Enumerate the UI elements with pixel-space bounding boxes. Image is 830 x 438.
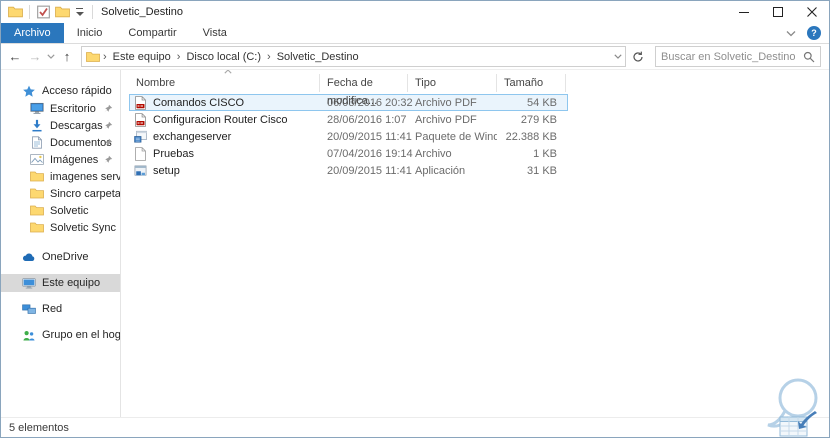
sidebar-item-onedrive[interactable]: OneDrive <box>1 248 120 266</box>
pdf-file-icon <box>135 95 146 110</box>
window-title: Solvetic_Destino <box>101 6 183 18</box>
window-controls <box>727 1 829 23</box>
properties-check-icon[interactable] <box>36 5 51 19</box>
column-headers: Nombre Fecha de modifica... Tipo Tamaño <box>129 70 829 107</box>
sidebar-item-escritorio[interactable]: Escritorio <box>1 100 120 117</box>
tab-archivo[interactable]: Archivo <box>1 23 64 43</box>
minimize-button[interactable] <box>727 1 761 23</box>
items-count: 5 elementos <box>9 421 69 434</box>
sidebar-item-documentos[interactable]: Documentos <box>1 134 120 151</box>
sidebar-item-solvetic-sync[interactable]: Solvetic Sync <box>1 219 120 236</box>
pictures-icon <box>30 154 44 165</box>
column-header-nombre[interactable]: Nombre <box>129 70 320 92</box>
search-box[interactable] <box>655 46 821 67</box>
breadcrumb-solvetic-destino[interactable]: Solvetic_Destino <box>272 49 364 65</box>
sidebar-item-solvetic[interactable]: Solvetic <box>1 202 120 219</box>
folder-icon <box>30 188 44 199</box>
folder-icon <box>30 205 44 216</box>
help-icon[interactable]: ? <box>807 26 821 40</box>
blank-file-icon <box>135 146 146 161</box>
up-arrow-icon[interactable]: ↑ <box>57 47 77 67</box>
column-header-tamano[interactable]: Tamaño <box>497 74 566 92</box>
file-list-pane: Nombre Fecha de modifica... Tipo Tamaño … <box>121 70 829 417</box>
computer-icon <box>22 277 36 289</box>
application-icon <box>134 165 147 176</box>
installer-package-icon <box>134 130 147 143</box>
file-row-setup[interactable]: setup 20/09/2015 11:41 Aplicación 31 KB <box>129 162 568 179</box>
document-icon <box>32 136 42 149</box>
sidebar-item-grupo-hogar[interactable]: Grupo en el hogar <box>1 326 120 344</box>
sidebar-item-acceso-rapido[interactable]: Acceso rápido <box>1 82 120 100</box>
search-input[interactable] <box>661 50 803 63</box>
tab-vista[interactable]: Vista <box>190 23 240 43</box>
ribbon-collapse-chevron-icon[interactable] <box>786 30 796 37</box>
tab-inicio[interactable]: Inicio <box>64 23 116 43</box>
homegroup-icon <box>23 330 35 340</box>
pdf-file-icon <box>135 112 146 127</box>
sidebar-item-descargas[interactable]: Descargas <box>1 117 120 134</box>
file-row-configuracion-router[interactable]: Configuracion Router Cisco 28/06/2016 1:… <box>129 111 568 128</box>
file-row-exchangeserver[interactable]: exchangeserver 20/09/2015 11:41 Paquete … <box>129 128 568 145</box>
address-bar: ← → ↑ › Este equipo › Disco local (C:) ›… <box>1 44 829 70</box>
onedrive-cloud-icon <box>22 252 35 261</box>
breadcrumb-este-equipo[interactable]: Este equipo <box>108 49 176 65</box>
sidebar-item-sincro-carpetas[interactable]: Sincro carpetas <box>1 185 120 202</box>
folder-icon <box>30 171 44 182</box>
explorer-window: Solvetic_Destino Archivo Inicio Comparti… <box>0 0 830 438</box>
new-folder-icon[interactable] <box>55 5 70 19</box>
pin-icon <box>104 138 113 147</box>
titlebar-separator <box>29 5 30 19</box>
breadcrumb-disco-local[interactable]: Disco local (C:) <box>181 49 266 65</box>
recent-locations-chevron-icon[interactable] <box>45 47 57 67</box>
column-header-tipo[interactable]: Tipo <box>408 74 497 92</box>
close-button[interactable] <box>795 1 829 23</box>
navigation-pane: Acceso rápido Escritorio Descargas Docum… <box>1 70 121 417</box>
refresh-icon[interactable] <box>627 47 649 67</box>
main-content: Acceso rápido Escritorio Descargas Docum… <box>1 70 829 417</box>
address-field[interactable]: › Este equipo › Disco local (C:) › Solve… <box>81 46 626 67</box>
forward-arrow-icon[interactable]: → <box>25 47 45 67</box>
sidebar-item-imagenes-server[interactable]: imagenes server 201 <box>1 168 120 185</box>
folder-icon <box>86 51 100 62</box>
status-bar: 5 elementos <box>1 417 829 437</box>
ribbon-tabs: Archivo Inicio Compartir Vista ? <box>1 23 829 44</box>
pin-icon <box>104 121 113 130</box>
sidebar-item-red[interactable]: Red <box>1 300 120 318</box>
sidebar-item-este-equipo[interactable]: Este equipo <box>1 274 120 292</box>
address-history-chevron-icon[interactable] <box>614 54 622 59</box>
title-bar: Solvetic_Destino <box>1 1 829 23</box>
pin-icon <box>104 104 113 113</box>
download-icon <box>32 119 42 132</box>
sort-ascending-icon <box>224 70 232 74</box>
folder-icon <box>30 222 44 233</box>
tab-compartir[interactable]: Compartir <box>115 23 189 43</box>
sidebar-item-imagenes[interactable]: Imágenes <box>1 151 120 168</box>
maximize-button[interactable] <box>761 1 795 23</box>
column-header-fecha[interactable]: Fecha de modifica... <box>320 74 408 107</box>
explorer-folder-icon <box>8 6 23 18</box>
search-icon[interactable] <box>803 51 815 63</box>
network-icon <box>22 304 36 314</box>
qat-customize-icon[interactable] <box>75 7 85 17</box>
pin-icon <box>104 155 113 164</box>
desktop-icon <box>30 102 44 114</box>
star-icon <box>23 85 35 97</box>
file-row-pruebas[interactable]: Pruebas 07/04/2016 19:14 Archivo 1 KB <box>129 145 568 162</box>
titlebar-separator <box>92 5 93 19</box>
back-arrow-icon[interactable]: ← <box>5 47 25 67</box>
